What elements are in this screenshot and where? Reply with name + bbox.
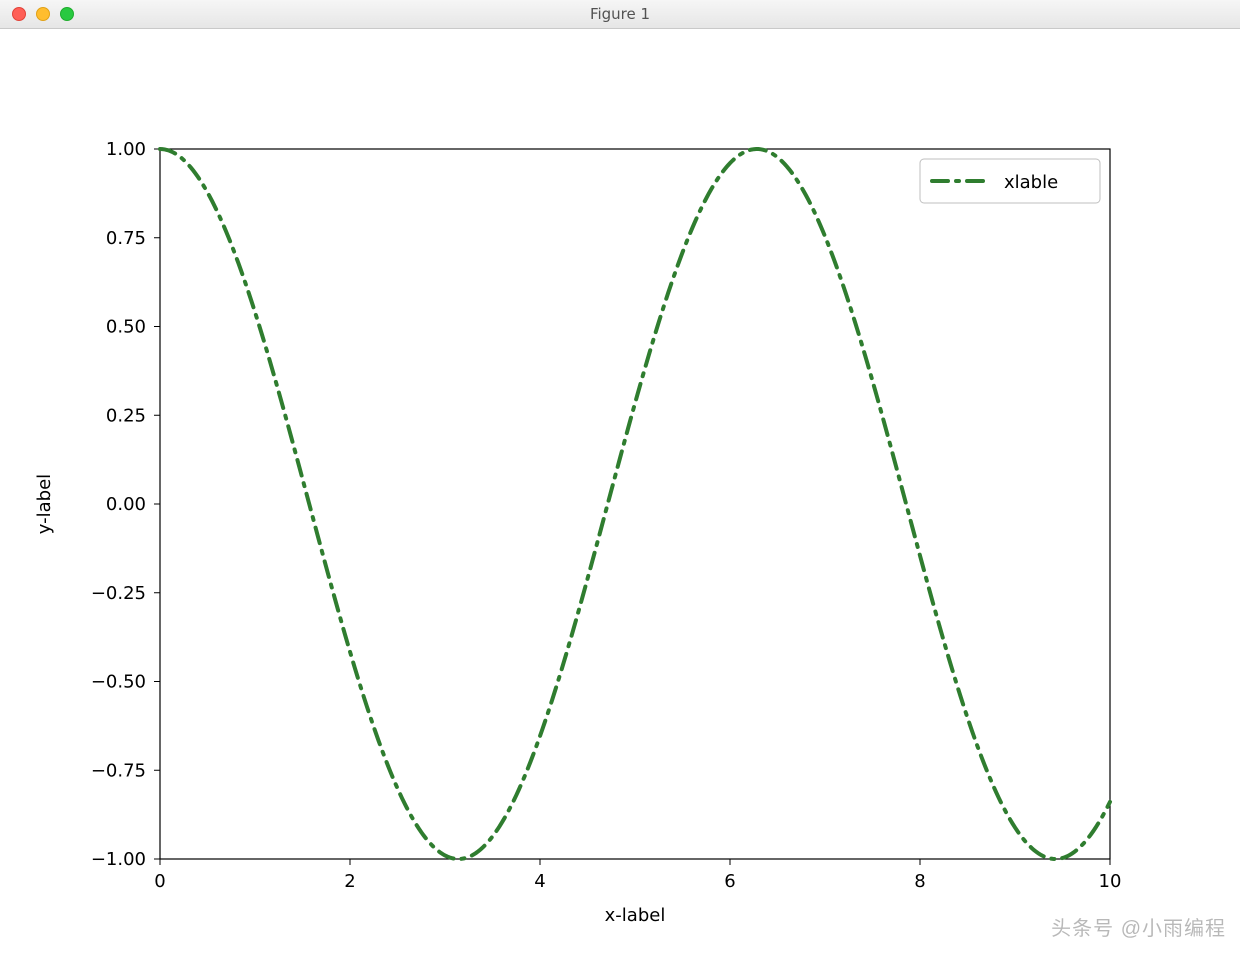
x-tick-label: 10 [1099, 871, 1122, 892]
x-tick-label: 8 [914, 871, 925, 892]
y-tick-label: −1.00 [91, 849, 146, 870]
x-tick-label: 2 [344, 871, 355, 892]
y-tick-label: 0.50 [106, 317, 146, 338]
maximize-icon[interactable] [60, 7, 74, 21]
y-tick-label: −0.75 [91, 760, 146, 781]
x-tick-label: 0 [154, 871, 165, 892]
y-tick-label: 0.00 [106, 494, 146, 515]
y-axis-label: y-label [34, 474, 55, 534]
legend-label: xlable [1004, 172, 1058, 193]
x-tick-label: 6 [724, 871, 735, 892]
y-tick-label: 0.25 [106, 405, 146, 426]
axes-frame [160, 149, 1110, 859]
figure-canvas: 0 2 4 6 8 10 −1.00 −0.75 −0.50 −0.25 0.00 0.25 0.50 0… [0, 29, 1240, 968]
y-tick-label: −0.25 [91, 583, 146, 604]
y-tick-label: −0.50 [91, 672, 146, 693]
minimize-icon[interactable] [36, 7, 50, 21]
chart-svg: 0 2 4 6 8 10 −1.00 −0.75 −0.50 −0.25 0.00 0.25 0.50 0… [0, 29, 1240, 968]
x-tick-label: 4 [534, 871, 545, 892]
window-title: Figure 1 [0, 5, 1240, 23]
x-axis-label: x-label [605, 905, 666, 926]
window-controls [12, 7, 74, 21]
window-titlebar: Figure 1 [0, 0, 1240, 29]
y-tick-label: 1.00 [106, 139, 146, 160]
y-tick-label: 0.75 [106, 228, 146, 249]
data-line [160, 149, 1110, 859]
close-icon[interactable] [12, 7, 26, 21]
